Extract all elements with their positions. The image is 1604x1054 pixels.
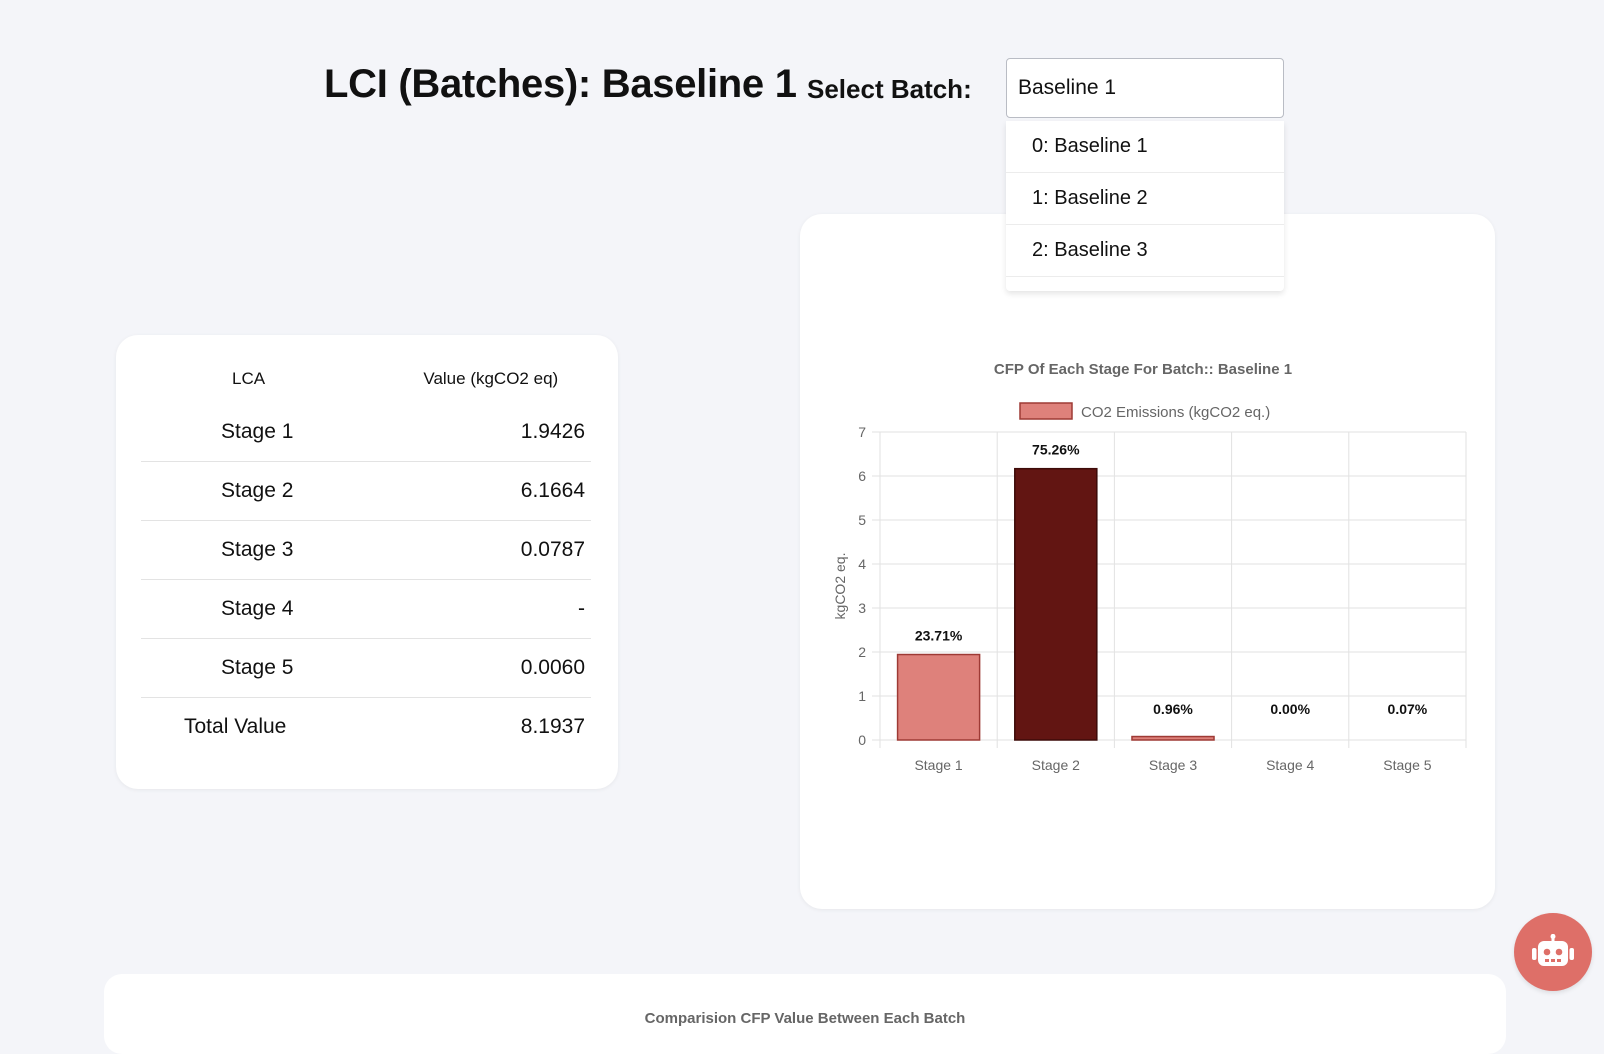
y-tick-label: 0 [858, 732, 866, 748]
batch-dropdown-menu: 0: Baseline 1 1: Baseline 2 2: Baseline … [1006, 121, 1284, 291]
stage-value: - [350, 579, 591, 639]
x-tick-label: Stage 1 [914, 757, 962, 773]
table-row: Stage 5 0.0060 [141, 638, 591, 698]
x-tick-label: Stage 3 [1149, 757, 1197, 773]
stage-label: Stage 2 [141, 461, 351, 521]
comparison-title: Comparision CFP Value Between Each Batch [644, 1010, 966, 1027]
stage-label: Stage 5 [141, 638, 351, 698]
stage-label: Stage 3 [141, 520, 351, 580]
stage-value: 1.9426 [350, 403, 591, 462]
batch-select[interactable]: Baseline 1 [1006, 58, 1284, 118]
bar-data-label: 75.26% [1032, 442, 1080, 458]
bar-stage-1 [896, 653, 981, 741]
table-row: Stage 3 0.0787 [141, 520, 591, 580]
lca-table-card: LCA Value (kgCO2 eq) Stage 1 1.9426 Stag… [116, 335, 618, 789]
value-column-header: Value (kgCO2 eq) [423, 369, 559, 388]
legend-swatch [1019, 402, 1073, 420]
stage-value: 0.0787 [350, 520, 591, 580]
lca-column-header: LCA [232, 369, 266, 388]
stage-label: Stage 4 [141, 579, 351, 639]
y-tick-label: 4 [858, 556, 866, 572]
y-axis-label: kgCO2 eq. [832, 553, 848, 620]
x-tick-label: Stage 2 [1032, 757, 1080, 773]
total-value: 8.1937 [520, 715, 585, 738]
legend-label: CO2 Emissions (kgCO2 eq.) [1081, 404, 1270, 421]
x-tick-label: Stage 5 [1383, 757, 1431, 773]
cfp-bar-chart: CFP Of Each Stage For Batch:: Baseline 1… [832, 361, 1467, 773]
y-tick-label: 3 [858, 600, 866, 616]
y-tick-label: 2 [858, 644, 866, 660]
y-tick-label: 5 [858, 512, 866, 528]
table-row: Stage 1 1.9426 [141, 403, 591, 462]
table-row: Stage 2 6.1664 [141, 461, 591, 521]
chart-title: CFP Of Each Stage For Batch:: Baseline 1 [994, 361, 1292, 378]
y-tick-label: 7 [858, 424, 866, 440]
dropdown-option-baseline-1[interactable]: 0: Baseline 1 [1006, 121, 1284, 173]
bar-stage-3 [1131, 735, 1215, 741]
table-total-row: Total Value 8.1937 [141, 698, 591, 757]
chart-card: CFP Of Each Stage For Batch:: Baseline 1… [800, 214, 1495, 909]
chatbot-button[interactable] [1514, 913, 1592, 991]
bar-data-label: 0.00% [1270, 701, 1310, 717]
dropdown-option-baseline-2[interactable]: 1: Baseline 2 [1006, 173, 1284, 225]
lca-table: LCA Value (kgCO2 eq) Stage 1 1.9426 Stag… [141, 355, 591, 756]
page-title: LCI (Batches): Baseline 1 [324, 62, 797, 106]
dropdown-option-baseline-3[interactable]: 2: Baseline 3 [1006, 225, 1284, 277]
stage-value: 0.0060 [350, 638, 591, 698]
x-tick-label: Stage 4 [1266, 757, 1314, 773]
bar-data-label: 23.71% [915, 628, 963, 644]
bar-data-label: 0.07% [1388, 701, 1428, 717]
stage-value: 6.1664 [350, 461, 591, 521]
stage-label: Stage 1 [141, 403, 351, 462]
robot-icon [1532, 934, 1574, 966]
total-label: Total Value [184, 715, 287, 738]
comparison-card: Comparision CFP Value Between Each Batch [104, 974, 1506, 1054]
bar-stage-2 [1014, 467, 1098, 741]
select-batch-label: Select Batch: [807, 74, 972, 104]
table-row: Stage 4 - [141, 579, 591, 639]
y-tick-label: 6 [858, 468, 866, 484]
bar-data-label: 0.96% [1153, 701, 1193, 717]
y-tick-label: 1 [858, 688, 866, 704]
